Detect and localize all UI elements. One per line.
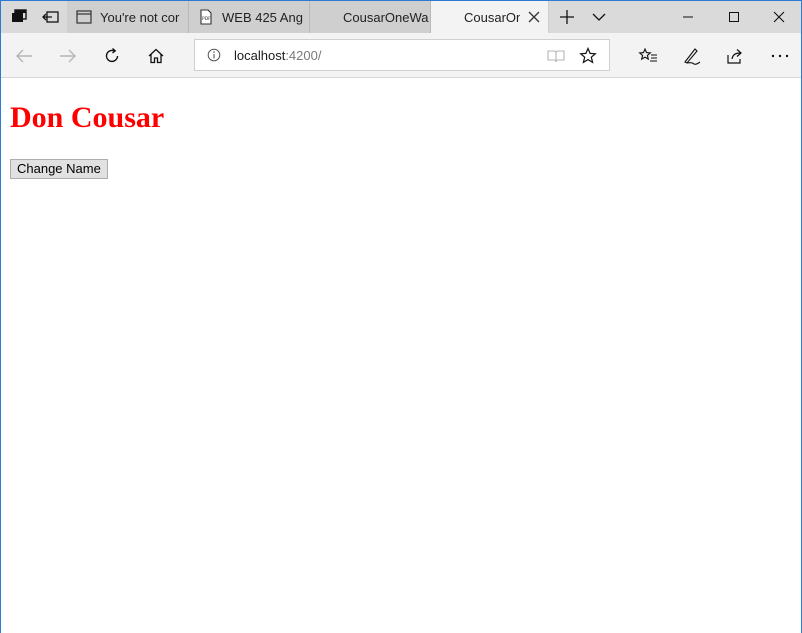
favorites-hub-icon[interactable]	[633, 41, 663, 71]
tab-2[interactable]: PDF WEB 425 Ang	[189, 1, 310, 33]
tab-4-label: CousarOn	[464, 9, 520, 25]
url-host: localhost	[234, 48, 286, 63]
tab-manager-icon[interactable]	[3, 1, 35, 33]
share-icon[interactable]	[720, 41, 750, 71]
back-arrow-icon[interactable]	[9, 41, 39, 71]
pen-notes-icon[interactable]	[677, 41, 707, 71]
page-content: Don Cousar Change Name	[1, 79, 801, 633]
tab-3-label: CousarOneWa	[343, 9, 429, 25]
change-name-button[interactable]: Change Name	[10, 159, 108, 179]
tab-preview-chevron-down-icon[interactable]	[585, 1, 613, 33]
set-tabs-aside-icon[interactable]	[35, 1, 67, 33]
new-tab-icon[interactable]	[553, 1, 581, 33]
close-window-icon[interactable]	[757, 1, 801, 33]
close-tab-icon[interactable]	[526, 9, 542, 25]
minimize-icon[interactable]	[665, 1, 711, 33]
url-text[interactable]: localhost:4200/	[234, 48, 321, 63]
address-bar[interactable]: localhost:4200/	[194, 39, 610, 71]
reading-view-icon[interactable]	[545, 45, 567, 67]
page-icon	[76, 10, 92, 24]
navigation-bar: localhost:4200/	[1, 33, 801, 78]
more-options-icon[interactable]	[765, 41, 795, 71]
tab-1[interactable]: You're not cor	[67, 1, 189, 33]
forward-arrow-icon[interactable]	[53, 41, 83, 71]
url-port-path: :4200/	[285, 48, 322, 63]
favorite-star-icon[interactable]	[577, 45, 599, 67]
tab-4-active[interactable]: CousarOn	[431, 1, 549, 33]
site-info-icon[interactable]	[207, 48, 221, 62]
refresh-icon[interactable]	[97, 41, 127, 71]
tab-1-label: You're not cor	[100, 9, 180, 25]
tab-strip: You're not cor PDF WEB 425 Ang CousarOne…	[1, 1, 801, 33]
pdf-icon: PDF	[200, 9, 212, 25]
svg-text:PDF: PDF	[202, 16, 211, 22]
maximize-icon[interactable]	[711, 1, 757, 33]
home-icon[interactable]	[141, 41, 171, 71]
page-heading: Don Cousar	[10, 101, 165, 134]
browser-window: You're not cor PDF WEB 425 Ang CousarOne…	[0, 0, 802, 633]
tab-2-label: WEB 425 Ang	[222, 9, 303, 25]
tab-3[interactable]: CousarOneWa	[310, 1, 431, 33]
